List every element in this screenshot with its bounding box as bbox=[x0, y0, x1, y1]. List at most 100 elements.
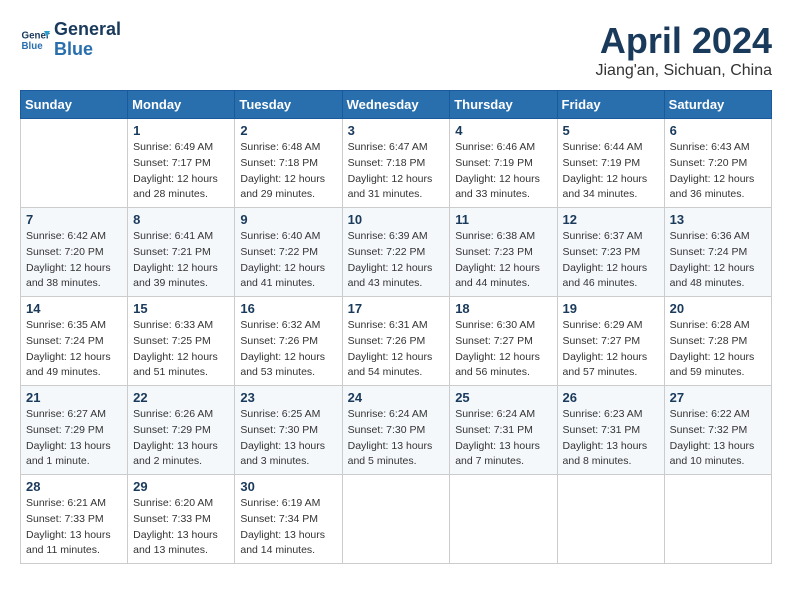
day-info: Sunrise: 6:40 AMSunset: 7:22 PMDaylight:… bbox=[240, 229, 336, 292]
calendar-cell: 17 Sunrise: 6:31 AMSunset: 7:26 PMDayligh… bbox=[342, 297, 450, 386]
day-info: Sunrise: 6:46 AMSunset: 7:19 PMDaylight:… bbox=[455, 140, 551, 203]
calendar-cell: 7 Sunrise: 6:42 AMSunset: 7:20 PMDaylight… bbox=[21, 208, 128, 297]
calendar-cell bbox=[557, 475, 664, 564]
calendar-cell: 8Sunrise: 6:41 AMSunset: 7:21 PMDaylight… bbox=[128, 208, 235, 297]
calendar-cell: 30 Sunrise: 6:19 AMSunset: 7:34 PMDayligh… bbox=[235, 475, 342, 564]
calendar-cell: 24 Sunrise: 6:24 AMSunset: 7:30 PMDayligh… bbox=[342, 386, 450, 475]
day-number: 19 bbox=[563, 301, 659, 316]
calendar-cell: 15Sunrise: 6:33 AMSunset: 7:25 PMDayligh… bbox=[128, 297, 235, 386]
calendar-cell: 19 Sunrise: 6:29 AMSunset: 7:27 PMDayligh… bbox=[557, 297, 664, 386]
day-number: 25 bbox=[455, 390, 551, 405]
weekday-header: Monday bbox=[128, 91, 235, 119]
calendar-table: SundayMondayTuesdayWednesdayThursdayFrid… bbox=[20, 90, 772, 564]
day-number: 12 bbox=[563, 212, 659, 227]
day-info: Sunrise: 6:47 AMSunset: 7:18 PMDaylight:… bbox=[348, 140, 445, 203]
day-number: 22 bbox=[133, 390, 229, 405]
day-info: Sunrise: 6:24 AMSunset: 7:31 PMDaylight:… bbox=[455, 407, 551, 470]
calendar-cell: 14 Sunrise: 6:35 AMSunset: 7:24 PMDayligh… bbox=[21, 297, 128, 386]
day-number: 4 bbox=[455, 123, 551, 138]
day-number: 20 bbox=[670, 301, 766, 316]
day-number: 16 bbox=[240, 301, 336, 316]
day-info: Sunrise: 6:24 AMSunset: 7:30 PMDaylight:… bbox=[348, 407, 445, 470]
day-info: Sunrise: 6:35 AMSunset: 7:24 PMDaylight:… bbox=[26, 318, 122, 381]
day-number: 10 bbox=[348, 212, 445, 227]
calendar-cell: 22 Sunrise: 6:26 AMSunset: 7:29 PMDayligh… bbox=[128, 386, 235, 475]
day-info: Sunrise: 6:31 AMSunset: 7:26 PMDaylight:… bbox=[348, 318, 445, 381]
weekday-header: Tuesday bbox=[235, 91, 342, 119]
day-number: 5 bbox=[563, 123, 659, 138]
day-number: 28 bbox=[26, 479, 122, 494]
calendar-cell: 16 Sunrise: 6:32 AMSunset: 7:26 PMDayligh… bbox=[235, 297, 342, 386]
title-block: April 2024 Jiang'an, Sichuan, China bbox=[595, 20, 772, 80]
calendar-cell: 1 Sunrise: 6:49 AMSunset: 7:17 PMDaylight… bbox=[128, 119, 235, 208]
day-number: 29 bbox=[133, 479, 229, 494]
month-title: April 2024 bbox=[595, 20, 772, 62]
day-number: 21 bbox=[26, 390, 122, 405]
day-number: 14 bbox=[26, 301, 122, 316]
calendar-header: SundayMondayTuesdayWednesdayThursdayFrid… bbox=[21, 91, 772, 119]
day-info: Sunrise: 6:44 AMSunset: 7:19 PMDaylight:… bbox=[563, 140, 659, 203]
svg-text:Blue: Blue bbox=[22, 41, 44, 52]
day-info: Sunrise: 6:48 AMSunset: 7:18 PMDaylight:… bbox=[240, 140, 336, 203]
day-info: Sunrise: 6:26 AMSunset: 7:29 PMDaylight:… bbox=[133, 407, 229, 470]
day-number: 2 bbox=[240, 123, 336, 138]
calendar-cell: 6 Sunrise: 6:43 AMSunset: 7:20 PMDaylight… bbox=[664, 119, 771, 208]
calendar-cell bbox=[450, 475, 557, 564]
day-info: Sunrise: 6:22 AMSunset: 7:32 PMDaylight:… bbox=[670, 407, 766, 470]
calendar-cell: 20 Sunrise: 6:28 AMSunset: 7:28 PMDayligh… bbox=[664, 297, 771, 386]
day-info: Sunrise: 6:20 AMSunset: 7:33 PMDaylight:… bbox=[133, 496, 229, 559]
page-header: General Blue General Blue April 2024 Jia… bbox=[20, 20, 772, 80]
calendar-cell: 9 Sunrise: 6:40 AMSunset: 7:22 PMDaylight… bbox=[235, 208, 342, 297]
calendar-cell: 5 Sunrise: 6:44 AMSunset: 7:19 PMDaylight… bbox=[557, 119, 664, 208]
logo-text: General Blue bbox=[54, 20, 121, 60]
calendar-cell: 12 Sunrise: 6:37 AMSunset: 7:23 PMDayligh… bbox=[557, 208, 664, 297]
day-number: 26 bbox=[563, 390, 659, 405]
calendar-cell: 4 Sunrise: 6:46 AMSunset: 7:19 PMDaylight… bbox=[450, 119, 557, 208]
location: Jiang'an, Sichuan, China bbox=[595, 62, 772, 80]
calendar-cell: 10 Sunrise: 6:39 AMSunset: 7:22 PMDayligh… bbox=[342, 208, 450, 297]
day-number: 18 bbox=[455, 301, 551, 316]
calendar-cell: 13 Sunrise: 6:36 AMSunset: 7:24 PMDayligh… bbox=[664, 208, 771, 297]
day-number: 13 bbox=[670, 212, 766, 227]
calendar-cell: 27 Sunrise: 6:22 AMSunset: 7:32 PMDayligh… bbox=[664, 386, 771, 475]
day-info: Sunrise: 6:19 AMSunset: 7:34 PMDaylight:… bbox=[240, 496, 336, 559]
day-number: 24 bbox=[348, 390, 445, 405]
day-info: Sunrise: 6:28 AMSunset: 7:28 PMDaylight:… bbox=[670, 318, 766, 381]
day-number: 8 bbox=[133, 212, 229, 227]
calendar-cell bbox=[21, 119, 128, 208]
calendar-cell: 2 Sunrise: 6:48 AMSunset: 7:18 PMDaylight… bbox=[235, 119, 342, 208]
calendar-cell: 11Sunrise: 6:38 AMSunset: 7:23 PMDayligh… bbox=[450, 208, 557, 297]
calendar-cell: 21Sunrise: 6:27 AMSunset: 7:29 PMDayligh… bbox=[21, 386, 128, 475]
weekday-header: Friday bbox=[557, 91, 664, 119]
day-info: Sunrise: 6:42 AMSunset: 7:20 PMDaylight:… bbox=[26, 229, 122, 292]
day-info: Sunrise: 6:30 AMSunset: 7:27 PMDaylight:… bbox=[455, 318, 551, 381]
weekday-header: Thursday bbox=[450, 91, 557, 119]
calendar-body: 1 Sunrise: 6:49 AMSunset: 7:17 PMDaylight… bbox=[21, 119, 772, 564]
calendar-cell: 18 Sunrise: 6:30 AMSunset: 7:27 PMDayligh… bbox=[450, 297, 557, 386]
day-info: Sunrise: 6:37 AMSunset: 7:23 PMDaylight:… bbox=[563, 229, 659, 292]
day-info: Sunrise: 6:25 AMSunset: 7:30 PMDaylight:… bbox=[240, 407, 336, 470]
day-info: Sunrise: 6:32 AMSunset: 7:26 PMDaylight:… bbox=[240, 318, 336, 381]
weekday-header: Sunday bbox=[21, 91, 128, 119]
calendar-cell: 3 Sunrise: 6:47 AMSunset: 7:18 PMDaylight… bbox=[342, 119, 450, 208]
day-info: Sunrise: 6:29 AMSunset: 7:27 PMDaylight:… bbox=[563, 318, 659, 381]
day-number: 3 bbox=[348, 123, 445, 138]
day-number: 30 bbox=[240, 479, 336, 494]
day-info: Sunrise: 6:49 AMSunset: 7:17 PMDaylight:… bbox=[133, 140, 229, 203]
day-info: Sunrise: 6:36 AMSunset: 7:24 PMDaylight:… bbox=[670, 229, 766, 292]
day-number: 1 bbox=[133, 123, 229, 138]
day-number: 15 bbox=[133, 301, 229, 316]
day-number: 7 bbox=[26, 212, 122, 227]
day-number: 9 bbox=[240, 212, 336, 227]
day-number: 23 bbox=[240, 390, 336, 405]
day-info: Sunrise: 6:43 AMSunset: 7:20 PMDaylight:… bbox=[670, 140, 766, 203]
day-number: 27 bbox=[670, 390, 766, 405]
day-number: 17 bbox=[348, 301, 445, 316]
day-number: 11 bbox=[455, 212, 551, 227]
calendar-cell: 26Sunrise: 6:23 AMSunset: 7:31 PMDayligh… bbox=[557, 386, 664, 475]
logo-icon: General Blue bbox=[20, 25, 50, 55]
calendar-cell: 29 Sunrise: 6:20 AMSunset: 7:33 PMDayligh… bbox=[128, 475, 235, 564]
day-number: 6 bbox=[670, 123, 766, 138]
weekday-header: Wednesday bbox=[342, 91, 450, 119]
day-info: Sunrise: 6:39 AMSunset: 7:22 PMDaylight:… bbox=[348, 229, 445, 292]
